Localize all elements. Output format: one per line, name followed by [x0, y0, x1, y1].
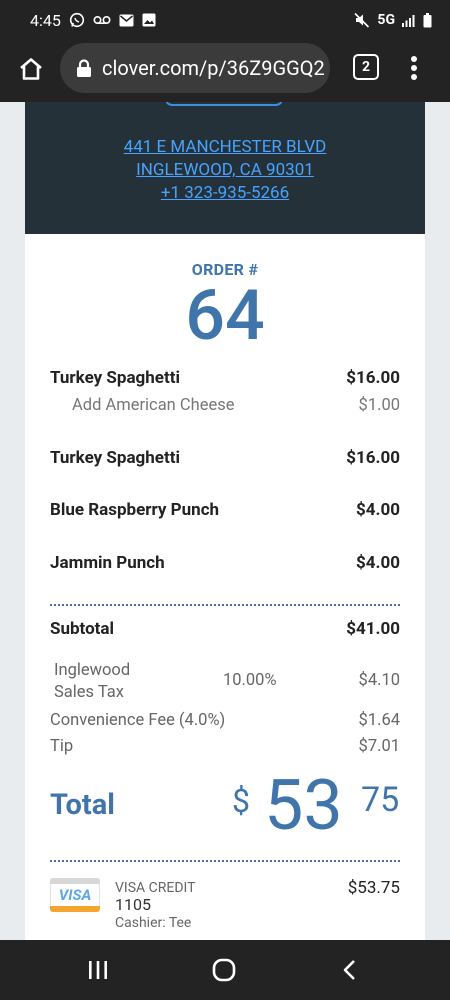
image-icon — [142, 13, 156, 27]
status-right: 5G — [354, 12, 432, 28]
status-left: 4:45 — [30, 11, 156, 30]
items-divider — [50, 604, 400, 606]
order-number: 64 — [185, 275, 265, 357]
recent-apps-button[interactable] — [83, 955, 113, 985]
card-brand: VISA — [58, 886, 92, 904]
item-name: Turkey Spaghetti — [50, 368, 180, 388]
home-circle-icon — [212, 958, 236, 982]
receipt-card: ORDER # 64 Turkey Spaghetti $16.00 Add A… — [25, 234, 425, 940]
lock-icon — [77, 58, 91, 77]
total-label: Total — [50, 788, 115, 822]
tab-switcher-button[interactable]: 2 — [353, 54, 379, 80]
tip-label: Tip — [50, 737, 74, 756]
browser-toolbar: clover.com/p/36Z9GGQ2 2 — [0, 40, 450, 102]
card-logo-stripe-top — [50, 878, 100, 884]
header-button[interactable] — [165, 102, 283, 106]
fee-value: $1.64 — [358, 711, 400, 730]
tax-name: Inglewood Sales Tax — [54, 660, 130, 704]
total-cents: 75 — [361, 780, 400, 820]
card-logo-stripe-bottom — [50, 906, 100, 912]
receipt-page[interactable]: 441 E MANCHESTER BLVD INGLEWOOD, CA 9030… — [0, 102, 450, 940]
signal-icon — [402, 14, 416, 27]
mail-icon — [119, 14, 134, 27]
tax-rate: 10.00% — [223, 671, 277, 690]
back-icon — [343, 960, 355, 980]
address-line1-link[interactable]: 441 E MANCHESTER BLVD — [25, 136, 425, 159]
back-button[interactable] — [335, 955, 365, 985]
payment-amount: $53.75 — [347, 878, 400, 898]
merchant-address: 441 E MANCHESTER BLVD INGLEWOOD, CA 9030… — [25, 136, 425, 205]
item-name: Jammin Punch — [50, 553, 165, 573]
url-text: clover.com/p/36Z9GGQ2 — [102, 56, 325, 80]
total-currency: $ — [232, 782, 250, 820]
visa-logo: VISA — [50, 878, 100, 912]
item-price: $4.00 — [356, 553, 400, 573]
card-type: VISA CREDIT — [115, 880, 196, 896]
tax-name-line2: Sales Tax — [54, 683, 124, 702]
home-nav-button[interactable] — [209, 955, 239, 985]
browser-menu-button[interactable] — [402, 53, 426, 83]
modifier-price: $1.00 — [358, 396, 400, 415]
url-bar[interactable]: clover.com/p/36Z9GGQ2 — [60, 43, 330, 93]
item-price: $16.00 — [346, 448, 400, 468]
voicemail-icon — [93, 14, 111, 26]
system-nav-bar — [0, 940, 450, 1000]
fee-label: Convenience Fee (4.0%) — [50, 711, 226, 730]
home-button[interactable] — [16, 54, 46, 84]
merchant-header: 441 E MANCHESTER BLVD INGLEWOOD, CA 9030… — [25, 102, 425, 234]
status-bar: 4:45 5G — [0, 0, 450, 40]
tip-value: $7.01 — [358, 737, 400, 756]
whatsapp-icon — [69, 12, 85, 28]
tax-row: Inglewood Sales Tax 10.00% $4.10 — [50, 660, 400, 706]
mute-icon — [354, 12, 370, 28]
recent-apps-icon — [89, 961, 107, 979]
cashier-name: Cashier: Tee — [115, 915, 192, 931]
modifier-name: Add American Cheese — [72, 396, 235, 415]
battery-icon — [423, 12, 432, 28]
tax-amount: $4.10 — [358, 671, 400, 690]
home-icon — [20, 58, 42, 80]
item-name: Turkey Spaghetti — [50, 448, 180, 468]
more-vert-icon — [411, 56, 417, 80]
network-type: 5G — [377, 12, 395, 28]
item-price: $16.00 — [346, 368, 400, 388]
phone-link[interactable]: +1 323-935-5266 — [25, 182, 425, 205]
tax-name-line1: Inglewood — [54, 661, 131, 680]
status-time: 4:45 — [30, 10, 61, 30]
item-name: Blue Raspberry Punch — [50, 500, 220, 520]
total-dollars: 53 — [264, 765, 343, 847]
total-divider — [50, 860, 400, 862]
card-last4: 1105 — [115, 895, 151, 914]
subtotal-label: Subtotal — [50, 619, 115, 639]
subtotal-value: $41.00 — [346, 619, 400, 639]
address-line2-link[interactable]: INGLEWOOD, CA 90301 — [25, 159, 425, 182]
item-price: $4.00 — [356, 500, 400, 520]
